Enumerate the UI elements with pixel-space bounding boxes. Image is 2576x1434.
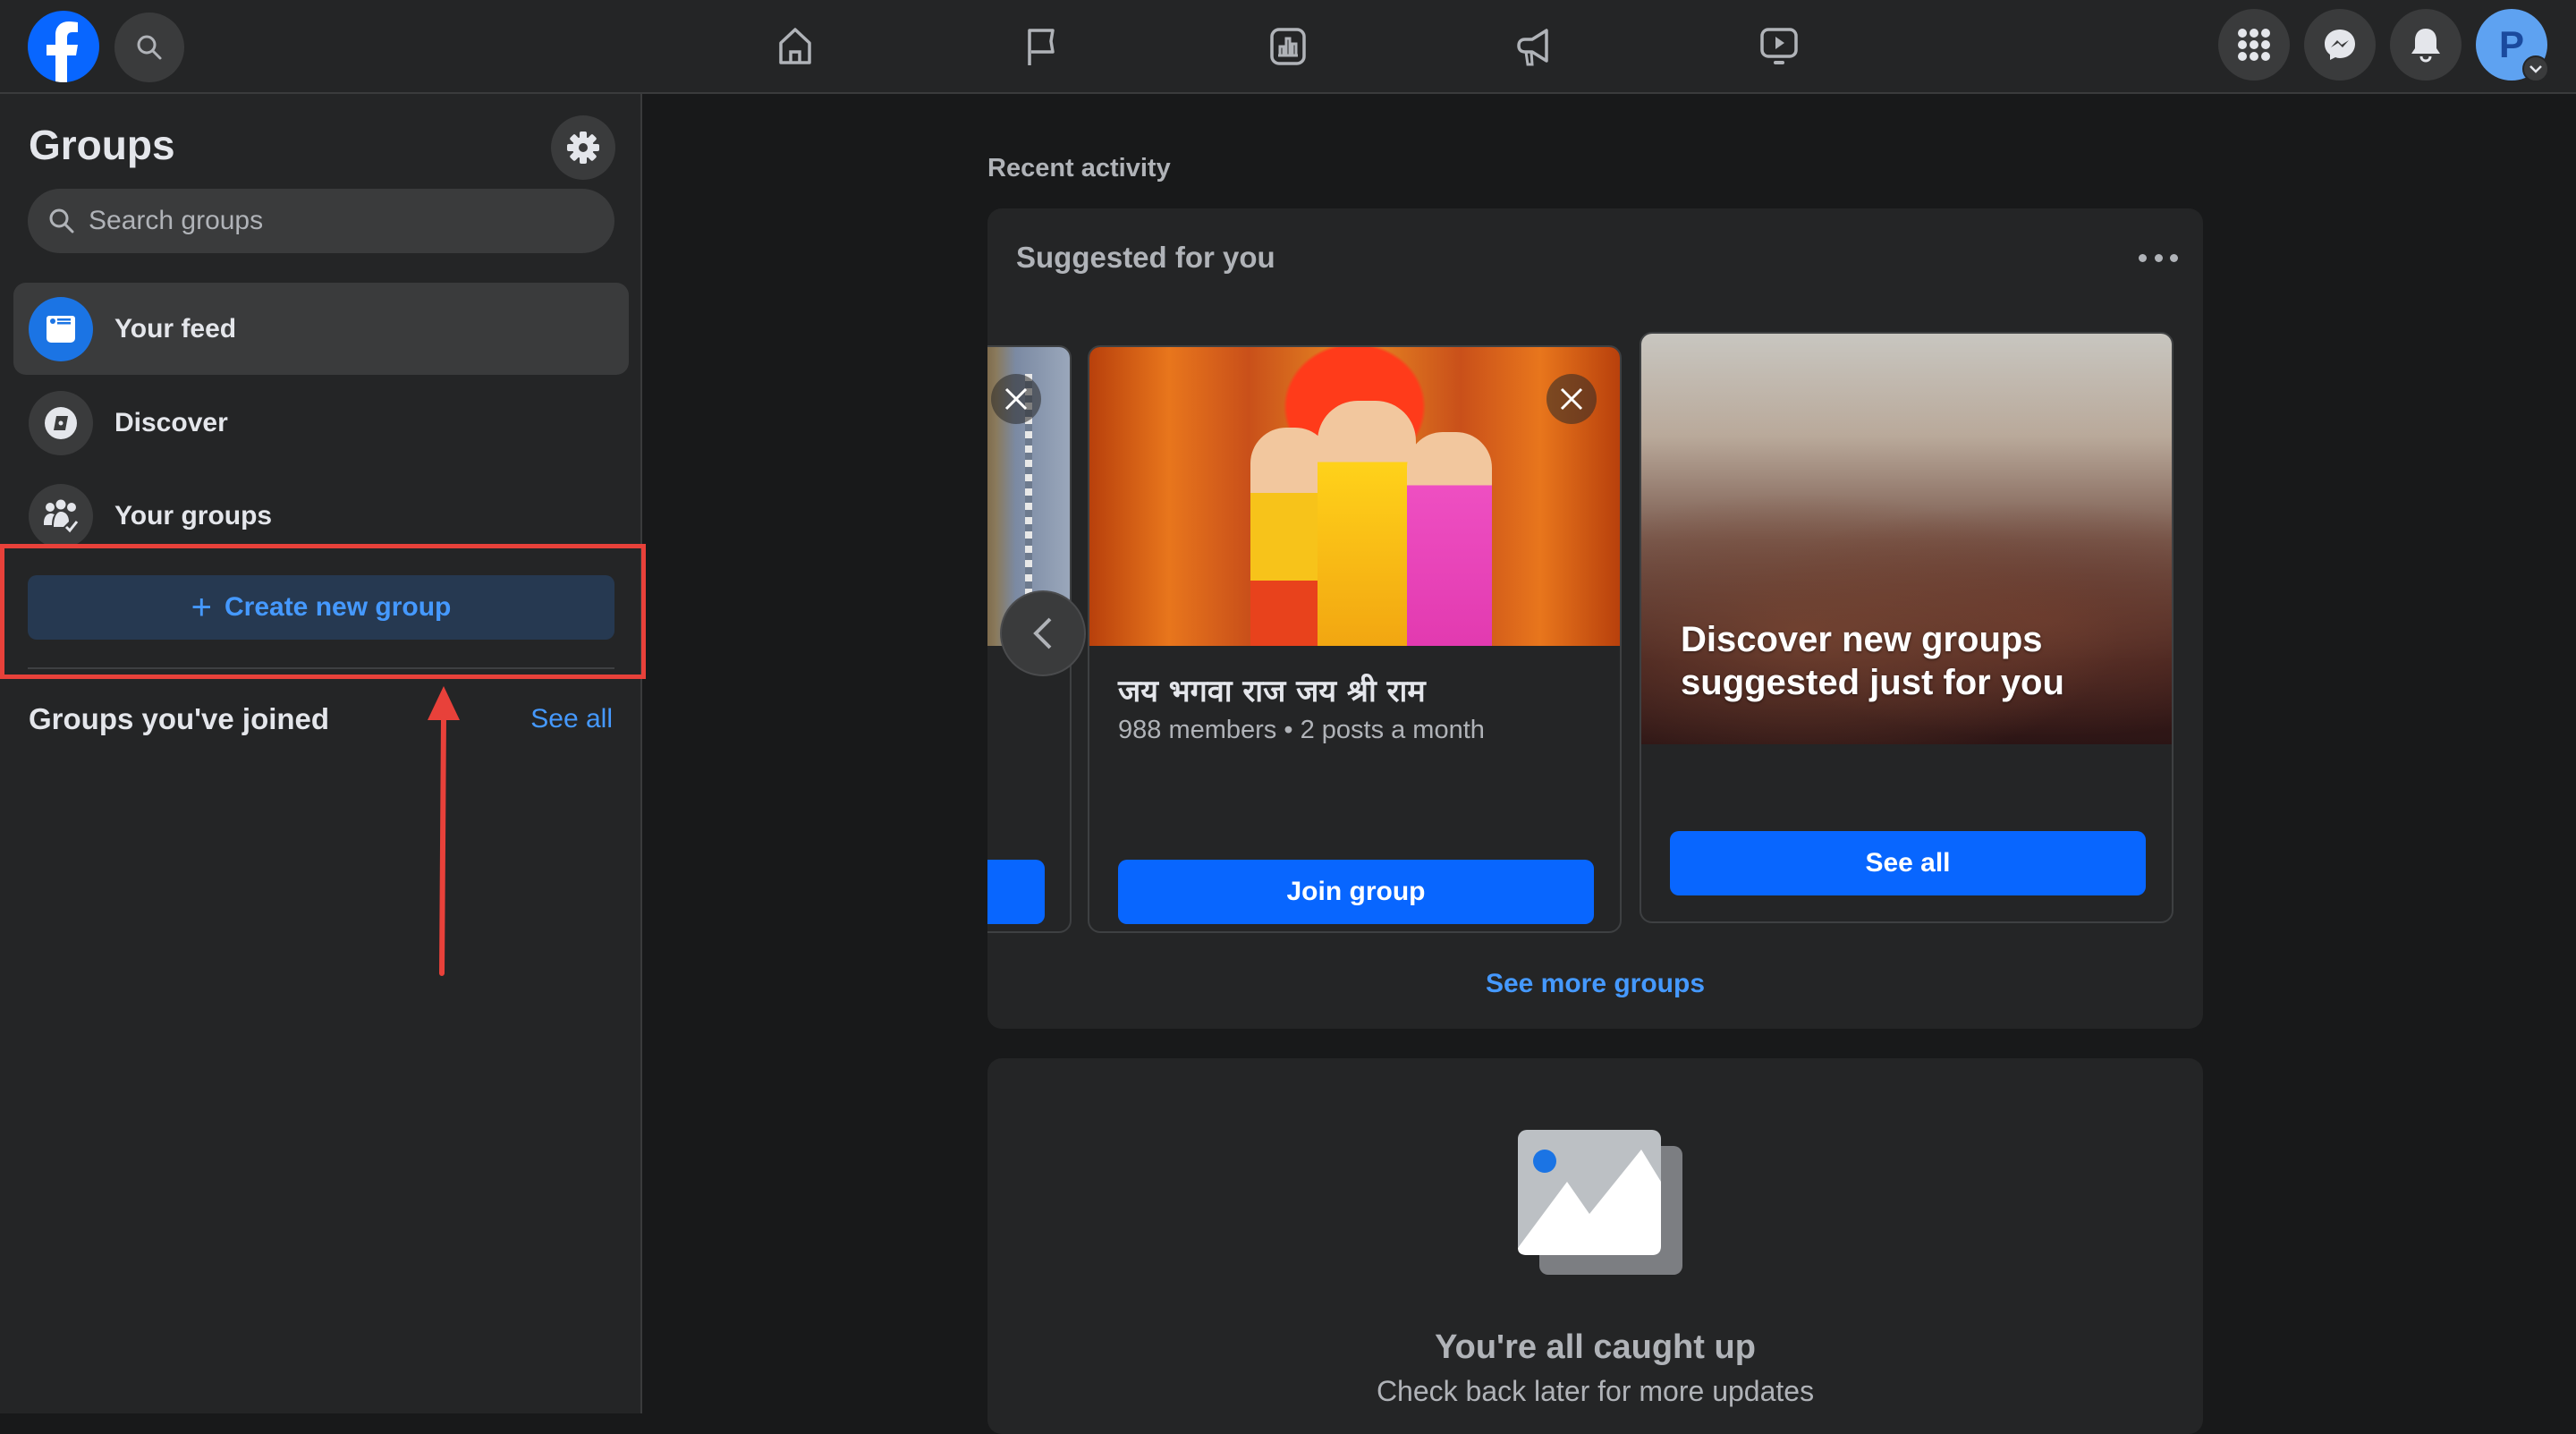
group-cover-image	[1089, 347, 1620, 646]
caught-up-card: You're all caught up Check back later fo…	[987, 1058, 2203, 1434]
group-meta: 988 members • 2 posts a month	[1118, 716, 1485, 744]
page-title: Groups	[29, 122, 175, 168]
notifications-bell-icon	[2411, 29, 2440, 63]
caught-up-title: You're all caught up	[1435, 1328, 1756, 1366]
video-icon	[1760, 28, 1798, 64]
dismiss-suggestion-button[interactable]	[1546, 374, 1597, 424]
group-card[interactable]: जय भगवा राज जय श्री राम 988 members • 2 …	[1088, 345, 1622, 933]
avatar-initial: P	[2498, 23, 2524, 65]
nav-home[interactable]	[768, 20, 822, 73]
group-settings-button[interactable]	[551, 115, 615, 180]
facebook-logo[interactable]	[28, 11, 99, 82]
close-icon	[1004, 387, 1028, 411]
notifications-button[interactable]	[2390, 9, 2462, 81]
more-options-icon[interactable]	[2139, 244, 2178, 271]
messenger-button[interactable]	[2304, 9, 2376, 81]
nav-ad-center[interactable]	[1261, 20, 1315, 73]
close-icon	[1560, 387, 1583, 411]
suggested-title: Suggested for you	[1016, 241, 1275, 274]
top-navigation-bar: P	[0, 0, 2576, 94]
discover-overlay-text: Discover new groups suggested just for y…	[1681, 620, 2064, 702]
account-menu-chevron[interactable]	[2522, 55, 2549, 82]
megaphone-icon	[1517, 29, 1548, 66]
sidebar-item-label: Discover	[114, 407, 228, 437]
sidebar-item-label: Your feed	[114, 313, 237, 344]
search-groups-input[interactable]	[89, 206, 589, 236]
recent-activity-label: Recent activity	[987, 154, 1171, 182]
sidebar-item-discover[interactable]: Discover	[13, 377, 629, 469]
search-icon	[137, 35, 162, 60]
feed-icon	[29, 296, 93, 361]
see-more-groups-link[interactable]: See more groups	[987, 969, 2203, 999]
dismiss-suggestion-button[interactable]	[991, 374, 1041, 424]
home-icon	[779, 28, 811, 64]
compass-icon	[29, 390, 93, 455]
search-groups-field[interactable]	[28, 189, 614, 253]
search-icon	[49, 208, 74, 233]
join-group-button[interactable]: Join group	[1118, 860, 1594, 924]
chevron-left-icon	[1033, 617, 1052, 649]
group-name[interactable]: जय भगवा राज जय श्री राम	[1118, 669, 1426, 710]
carousel-previous-button[interactable]	[1000, 590, 1086, 676]
groups-people-icon	[29, 483, 93, 548]
nav-marketing[interactable]	[1507, 20, 1561, 73]
groups-joined-see-all-link[interactable]: See all	[530, 704, 613, 734]
sidebar-item-label: Your groups	[114, 500, 273, 530]
nav-pages[interactable]	[1015, 20, 1069, 73]
suggested-for-you-card: Suggested for you जय भगवा राज जय श्री रा…	[987, 208, 2203, 1029]
nav-watch[interactable]	[1752, 20, 1806, 73]
flag-icon	[1028, 29, 1055, 65]
plus-icon: +	[191, 588, 212, 627]
discover-cover-image: Discover new groups suggested just for y…	[1641, 334, 2172, 744]
create-new-group-button[interactable]: + Create new group	[28, 575, 614, 640]
menu-button[interactable]	[2218, 9, 2290, 81]
divider	[28, 667, 614, 669]
search-button[interactable]	[114, 13, 184, 82]
groups-joined-heading: Groups you've joined	[29, 702, 330, 735]
annotation-arrow	[428, 686, 460, 976]
messenger-icon	[2325, 30, 2355, 60]
create-new-group-label: Create new group	[224, 592, 452, 622]
caught-up-subtitle: Check back later for more updates	[1376, 1375, 1815, 1407]
join-group-button[interactable]	[987, 860, 1045, 924]
sidebar-item-your-feed[interactable]: Your feed	[13, 283, 629, 375]
empty-photos-illustration-icon	[1518, 1130, 1682, 1275]
gear-icon	[567, 132, 599, 164]
menu-grid-icon	[2238, 29, 2270, 61]
ad-center-icon	[1270, 28, 1306, 65]
groups-sidebar: Groups Your feed Discover	[0, 94, 646, 1413]
discover-groups-card[interactable]: Discover new groups suggested just for y…	[1640, 332, 2174, 923]
see-all-suggestions-button[interactable]: See all	[1670, 831, 2146, 895]
chevron-down-icon	[2529, 65, 2542, 73]
